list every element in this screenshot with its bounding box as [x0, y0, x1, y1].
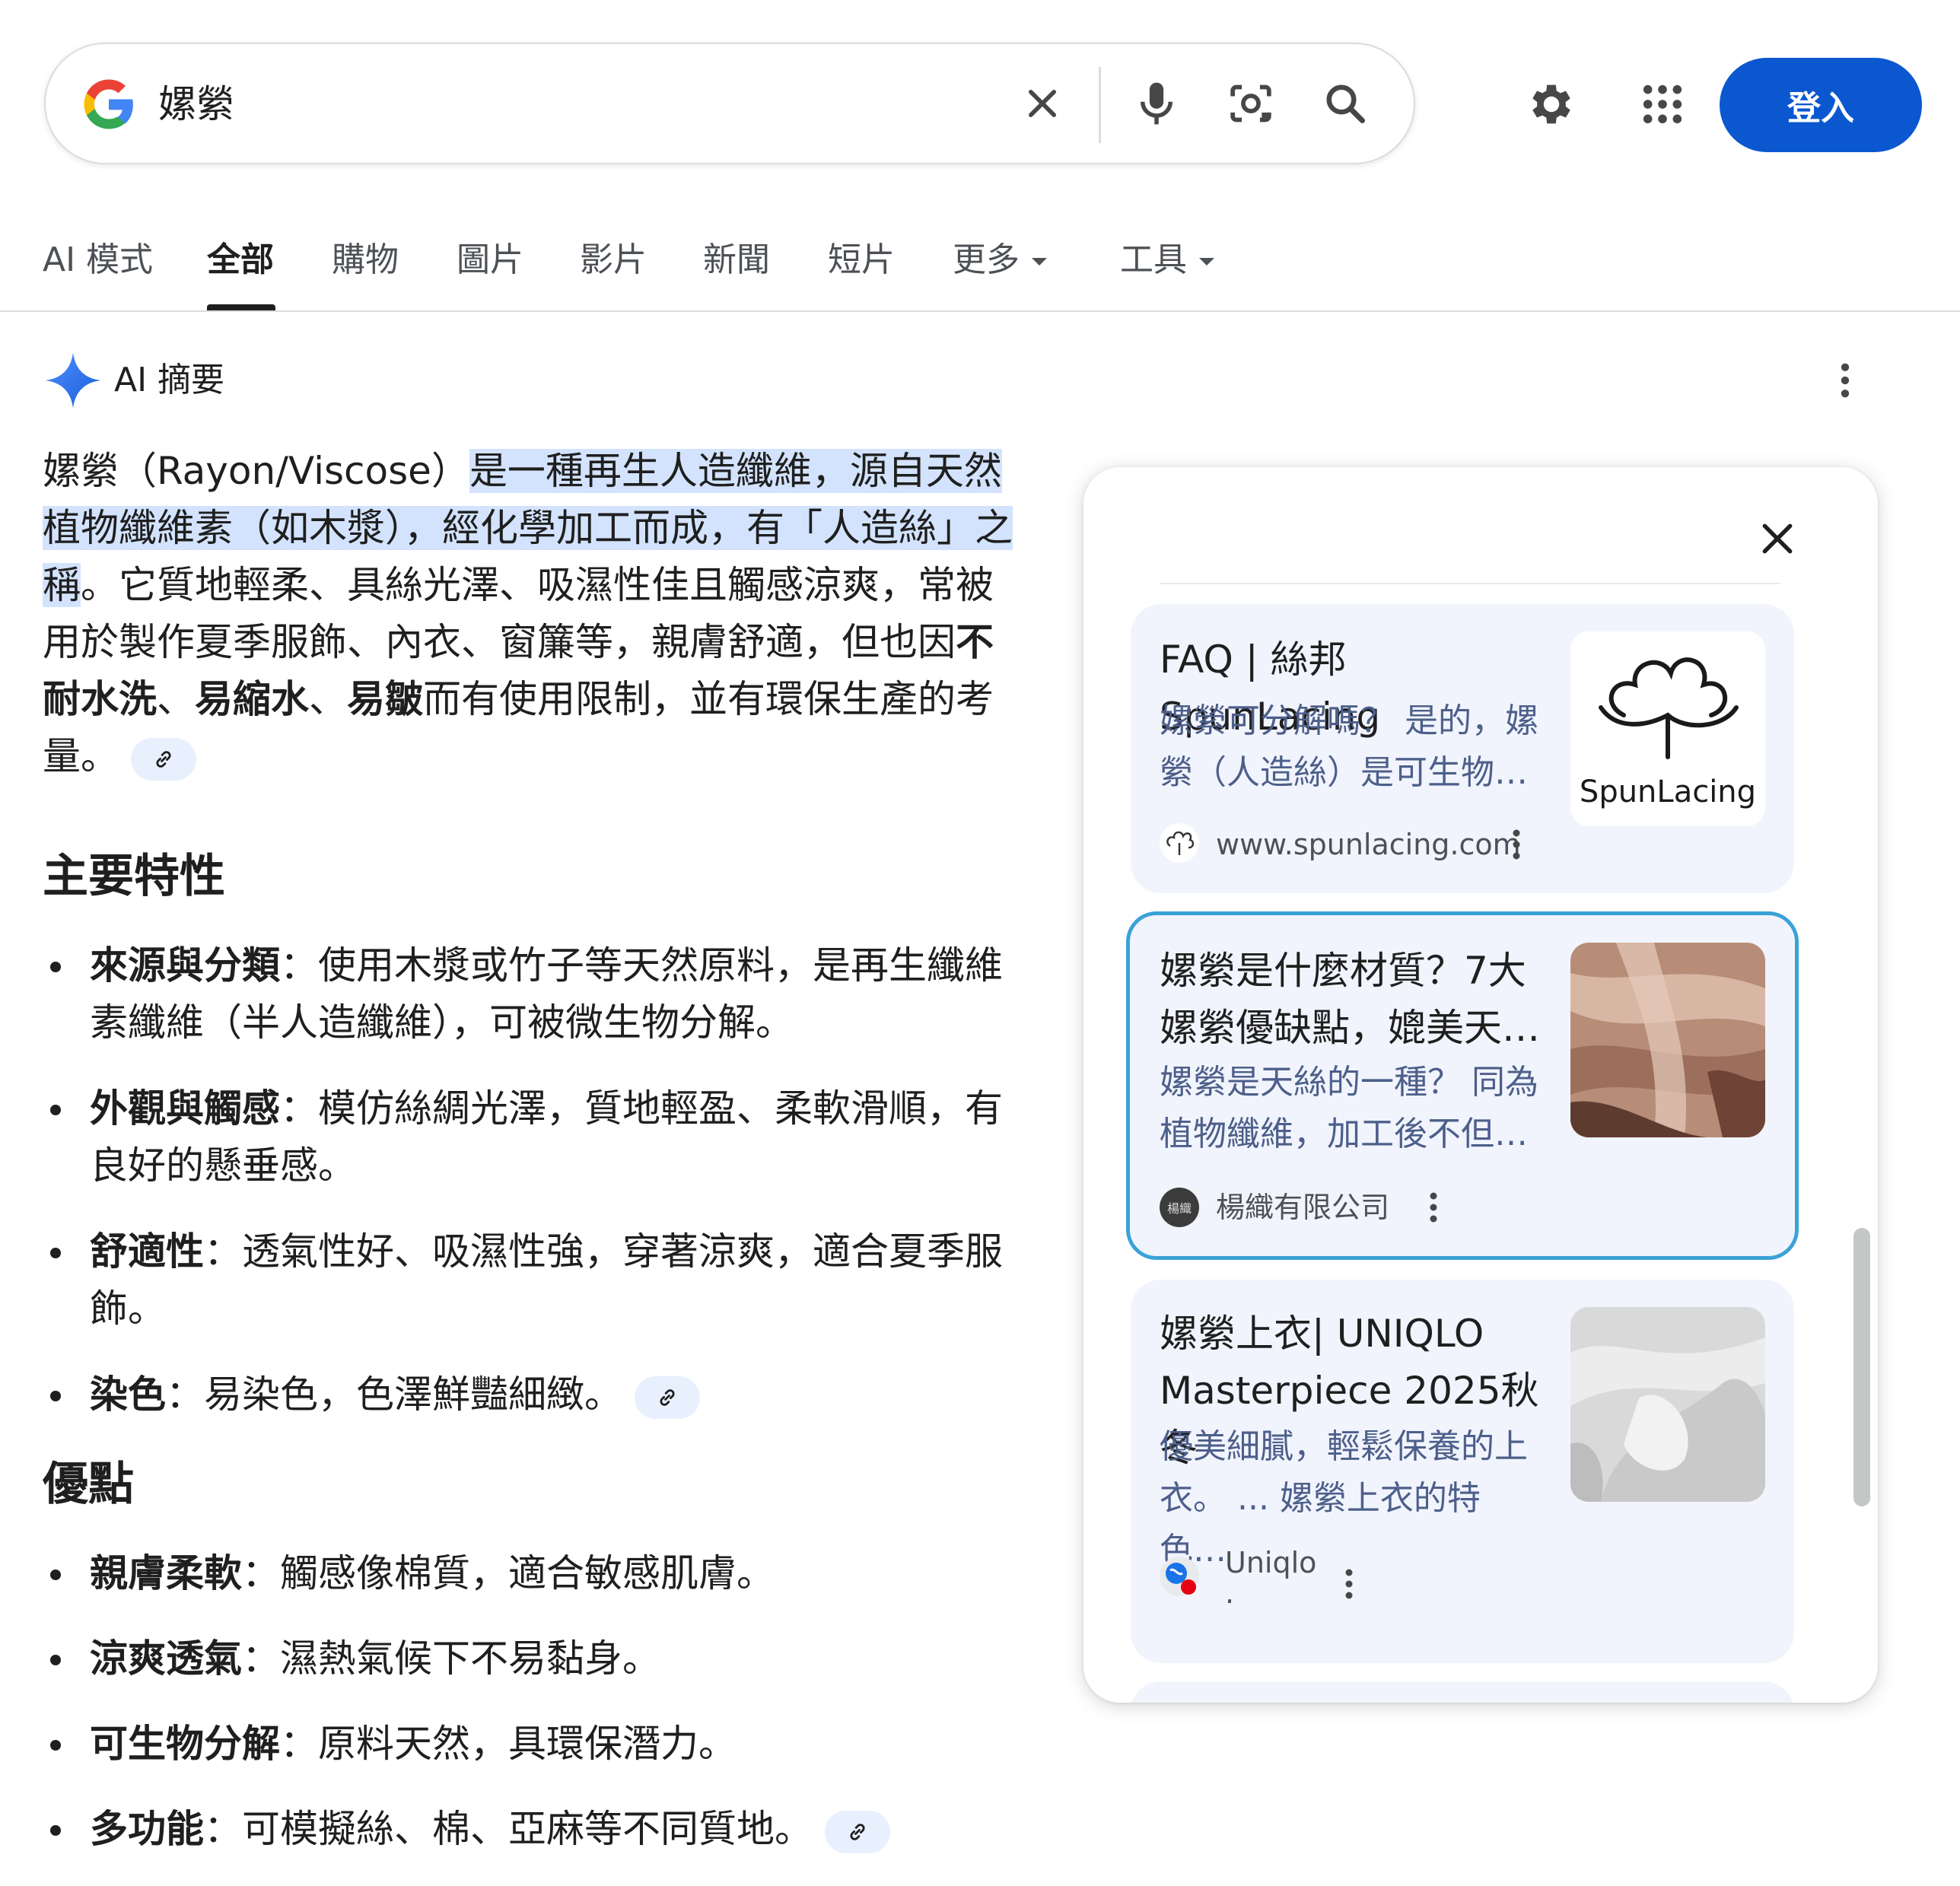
list-text: ：可模擬絲、棉、亞麻等不同質地。 [204, 1807, 813, 1851]
list-term: 親膚柔軟 [90, 1551, 242, 1595]
dropdown-caret-icon [1032, 258, 1047, 266]
link-icon [156, 750, 171, 768]
list-item: 多功能：可模擬絲、棉、亞麻等不同質地。 [43, 1801, 1024, 1858]
site-favicon-icon: 楊織 [1160, 1188, 1199, 1227]
apps-grid-icon[interactable] [1628, 70, 1697, 138]
section-heading: 主要特性 [43, 850, 225, 903]
source-link-chip[interactable] [825, 1810, 890, 1853]
tab-more[interactable]: 更多 [953, 237, 1047, 283]
source-card[interactable]: FAQ | 絲邦SpunLacing 嫘縈可分解嗎？ 是的，嫘縈（人造絲）是可生… [1131, 604, 1794, 893]
list-term: 外觀與觸感 [90, 1086, 280, 1131]
ai-overview-more-icon[interactable] [1826, 350, 1864, 411]
tab-shopping[interactable]: 購物 [332, 237, 399, 283]
list-text: ：原料天然，具環保潛力。 [280, 1722, 737, 1766]
lens-camera-icon[interactable] [1220, 73, 1281, 134]
tabs-divider [0, 310, 1960, 312]
bold-term: 易皺 [347, 677, 423, 721]
source-thumbnail [1570, 1307, 1765, 1502]
ai-overview-title: AI 摘要 [114, 361, 225, 399]
fabric-photo-image [1570, 943, 1765, 1137]
list-term: 可生物分解 [90, 1722, 280, 1766]
list-text: ：易染色，色澤鮮豔細緻。 [166, 1372, 622, 1417]
search-icon[interactable] [1315, 73, 1376, 134]
list-item: 親膚柔軟：觸感像棉質，適合敏感肌膚。 [43, 1545, 1024, 1602]
source-site[interactable]: www.spunlacing.com [1216, 825, 1521, 864]
list-term: 染色 [90, 1372, 166, 1417]
search-input[interactable]: 嫘縈 [158, 78, 234, 131]
search-divider [1099, 67, 1101, 143]
features-list: 來源與分類：使用木漿或竹子等天然原料，是再生纖維素纖維（半人造纖維），可被微生物… [43, 937, 1024, 1423]
panel-scrollbar[interactable] [1853, 1228, 1870, 1506]
list-item: 外觀與觸感：模仿絲綢光澤，質地輕盈、柔軟滑順，有良好的懸垂感。 [43, 1080, 1024, 1194]
list-term: 涼爽透氣 [90, 1636, 242, 1681]
source-link-chip[interactable] [131, 737, 196, 781]
advantages-list: 親膚柔軟：觸感像棉質，適合敏感肌膚。 涼爽透氣：濕熱氣候下不易黏身。 可生物分解… [43, 1545, 1024, 1858]
source-site[interactable]: 楊織有限公司 [1216, 1188, 1389, 1227]
intro-text: 、 [157, 677, 195, 721]
section-heading: 優點 [43, 1458, 134, 1511]
list-text: ：觸感像棉質，適合敏感肌膚。 [242, 1551, 775, 1595]
link-icon [660, 1388, 675, 1406]
source-more-icon[interactable] [1338, 1561, 1360, 1607]
list-text: ：透氣性好、吸濕性強，穿著涼爽，適合夏季服飾。 [90, 1229, 1003, 1331]
tab-more-label: 更多 [953, 240, 1020, 279]
bold-term: 易縮水 [195, 677, 309, 721]
dropdown-caret-icon [1199, 258, 1214, 266]
source-snippet: 優美細膩，輕鬆保養的上衣。 ... 嫘縈上衣的特色… [1160, 1427, 1528, 1570]
intro-text: 。它質地輕柔、具絲光澤、吸濕性佳且觸感涼爽，常被用於製作夏季服飾、內衣、窗簾等，… [43, 563, 994, 664]
source-thumbnail: SpunLacing [1570, 631, 1765, 826]
white-fabric-photo-image [1570, 1307, 1765, 1502]
list-item: 染色：易染色，色澤鮮豔細緻。 [43, 1366, 1024, 1423]
close-panel-icon[interactable] [1747, 508, 1808, 569]
source-card-selected[interactable]: 嫘縈是什麼材質？7大嫘縈優缺點，媲美天… 嫘縈是天絲的一種？ 同為植物纖維，加工… [1126, 911, 1799, 1260]
settings-gear-icon[interactable] [1517, 70, 1586, 138]
microphone-icon[interactable] [1126, 73, 1187, 134]
google-logo-icon [84, 79, 133, 129]
site-favicon-icon [1160, 1557, 1199, 1596]
list-item: 可生物分解：原料天然，具環保潛力。 [43, 1716, 1024, 1773]
intro-paragraph: 嫘縈（Rayon/Viscose）是一種再生人造纖維，源自天然植物纖維素（如木漿… [43, 443, 1024, 785]
source-title[interactable]: 嫘縈是什麼材質？7大嫘縈優缺點，媲美天… [1160, 943, 1555, 1057]
spunlacing-logo-icon [1599, 657, 1739, 759]
source-more-icon[interactable] [1505, 822, 1528, 867]
list-item: 來源與分類：使用木漿或竹子等天然原料，是再生纖維素纖維（半人造纖維），可被微生物… [43, 937, 1024, 1051]
tab-news[interactable]: 新聞 [703, 237, 770, 283]
source-more-icon[interactable] [1422, 1185, 1445, 1230]
panel-divider [1160, 583, 1780, 584]
tab-short-videos[interactable]: 短片 [828, 237, 895, 283]
thumbnail-logo-text: SpunLacing [1579, 774, 1757, 809]
tab-all[interactable]: 全部 [207, 237, 274, 283]
search-tabs: AI 模式 全部 購物 圖片 影片 新聞 短片 更多 工具 [0, 221, 1960, 312]
list-term: 舒適性 [90, 1229, 204, 1274]
source-site[interactable]: Uniqlo [1225, 1543, 1316, 1582]
tab-tools-label: 工具 [1120, 240, 1187, 279]
list-text: ：濕熱氣候下不易黏身。 [242, 1636, 660, 1681]
source-thumbnail [1570, 943, 1765, 1137]
source-card[interactable]: 嫘縈上衣| UNIQLO Masterpiece 2025秋冬 優美細膩，輕鬆保… [1131, 1280, 1794, 1663]
tab-ai-mode[interactable]: AI 模式 [43, 237, 153, 283]
tab-tools[interactable]: 工具 [1120, 237, 1214, 283]
ai-sparkle-icon [45, 352, 101, 409]
search-box[interactable]: 嫘縈 [44, 43, 1415, 164]
list-item: 舒適性：透氣性好、吸濕性強，穿著涼爽，適合夏季服飾。 [43, 1223, 1024, 1337]
tab-videos[interactable]: 影片 [580, 237, 647, 283]
tab-images[interactable]: 圖片 [457, 237, 523, 283]
ai-overview-body: 嫘縈（Rayon/Viscose）是一種再生人造纖維，源自天然植物纖維素（如木漿… [43, 443, 1024, 1886]
list-term: 來源與分類 [90, 943, 280, 988]
clear-icon[interactable] [1012, 73, 1073, 134]
intro-text: 、 [309, 677, 347, 721]
source-link-chip[interactable] [635, 1376, 700, 1419]
site-favicon-icon [1160, 823, 1199, 863]
link-icon [850, 1823, 865, 1840]
source-snippet: 嫘縈可分解嗎？ 是的，嫘縈（人造絲）是可生物… [1160, 701, 1538, 792]
list-item: 涼爽透氣：濕熱氣候下不易黏身。 [43, 1630, 1024, 1687]
list-term: 多功能 [90, 1807, 204, 1851]
source-card-partial[interactable] [1131, 1681, 1794, 1703]
sign-in-button[interactable]: 登入 [1720, 58, 1922, 152]
intro-text: 嫘縈（Rayon/Viscose） [43, 449, 469, 493]
sources-panel: FAQ | 絲邦SpunLacing 嫘縈可分解嗎？ 是的，嫘縈（人造絲）是可生… [1083, 467, 1878, 1703]
source-snippet: 嫘縈是天絲的一種？ 同為植物纖維，加工後不但… [1160, 1063, 1538, 1153]
active-tab-indicator [207, 304, 275, 310]
source-site-suffix: . [1225, 1576, 1235, 1610]
